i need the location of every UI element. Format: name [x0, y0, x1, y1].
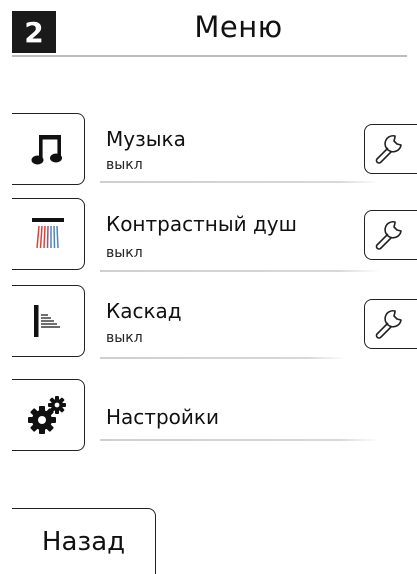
contrast-shower-settings-button[interactable]	[364, 210, 417, 260]
cascade-status: выкл	[106, 330, 143, 346]
music-label: Музыка	[106, 127, 186, 151]
cascade-settings-button[interactable]	[364, 299, 417, 349]
settings-divider	[100, 439, 380, 441]
wrench-icon	[375, 309, 402, 339]
music-tile[interactable]	[12, 113, 85, 185]
menu-item-cascade[interactable]: Каскад выкл	[0, 285, 417, 363]
cascade-divider	[100, 357, 345, 359]
cascade-icon	[34, 305, 60, 337]
wrench-icon	[375, 134, 402, 164]
music-note-icon	[31, 135, 62, 165]
header-divider	[12, 55, 407, 57]
menu-item-music[interactable]: Музыка выкл	[0, 113, 417, 191]
contrast-shower-label: Контрастный душ	[106, 212, 297, 236]
gears-icon	[28, 396, 66, 434]
page-number-badge: 2	[12, 11, 56, 53]
settings-label: Настройки	[106, 405, 219, 429]
music-divider	[100, 181, 380, 183]
cascade-label: Каскад	[106, 299, 182, 323]
contrast-shower-divider	[100, 270, 380, 272]
contrast-shower-tile[interactable]	[12, 198, 85, 270]
wrench-icon	[375, 220, 402, 250]
cascade-tile[interactable]	[12, 285, 85, 357]
menu-item-contrast-shower[interactable]: Контрастный душ выкл	[0, 198, 417, 276]
back-button[interactable]: Назад	[12, 508, 156, 574]
page-title: Меню	[194, 10, 283, 44]
contrast-shower-status: выкл	[106, 245, 143, 261]
contrast-shower-icon	[32, 218, 64, 249]
menu-item-settings[interactable]: Настройки	[0, 379, 417, 457]
settings-tile[interactable]	[12, 379, 85, 451]
header: 2 Меню	[0, 0, 417, 60]
music-settings-button[interactable]	[364, 124, 417, 174]
music-status: выкл	[106, 157, 143, 173]
